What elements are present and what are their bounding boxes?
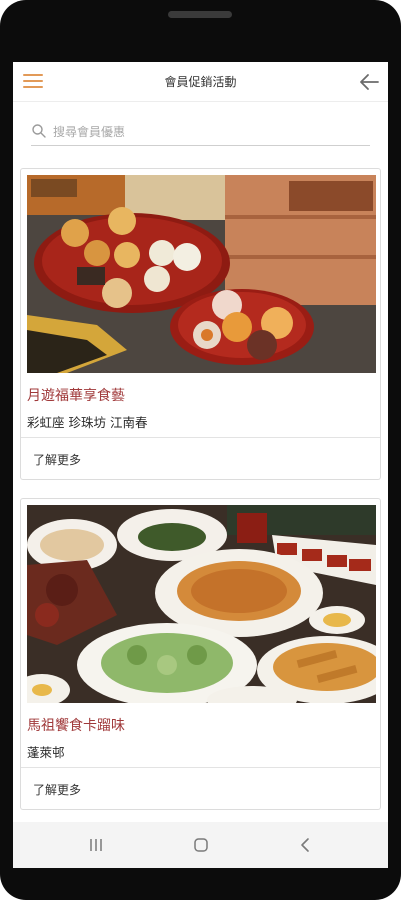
search-bar (31, 120, 370, 146)
promotion-venues: 彩虹座 珍珠坊 江南春 (27, 415, 148, 430)
system-navigation-bar (13, 822, 388, 868)
back-chevron-icon[interactable] (299, 837, 311, 853)
promotion-card[interactable]: 月遊福華享食藝 彩虹座 珍珠坊 江南春 了解更多 (20, 168, 381, 480)
banquet-dishes-photo (27, 505, 376, 703)
promotion-card[interactable]: 馬祖饗食卡蹓味 蓬萊邨 了解更多 (20, 498, 381, 810)
learn-more-link[interactable]: 了解更多 (33, 451, 81, 468)
card-divider (21, 437, 380, 438)
learn-more-link[interactable]: 了解更多 (33, 781, 81, 798)
page-title: 會員促銷活動 (164, 75, 237, 89)
home-icon[interactable] (193, 837, 209, 853)
promotion-title: 馬祖饗食卡蹓味 (27, 718, 125, 734)
search-icon (32, 124, 46, 138)
recent-apps-icon[interactable] (89, 838, 103, 852)
app-screen: 會員促銷活動 搜尋會員優惠 月遊福華享食藝 彩虹座 珍珠坊 江南春 了解更多 馬… (13, 62, 388, 868)
promotion-title: 月遊福華享食藝 (27, 388, 125, 404)
mooncakes-photo (27, 175, 376, 373)
card-divider (21, 767, 380, 768)
promotion-venues: 蓬萊邨 (27, 745, 65, 760)
phone-frame: 會員促銷活動 搜尋會員優惠 月遊福華享食藝 彩虹座 珍珠坊 江南春 了解更多 馬… (0, 0, 401, 900)
app-header: 會員促銷活動 (13, 62, 388, 102)
speaker-grille (168, 11, 232, 18)
arrow-left-icon[interactable] (358, 72, 380, 92)
search-input[interactable] (53, 121, 353, 143)
